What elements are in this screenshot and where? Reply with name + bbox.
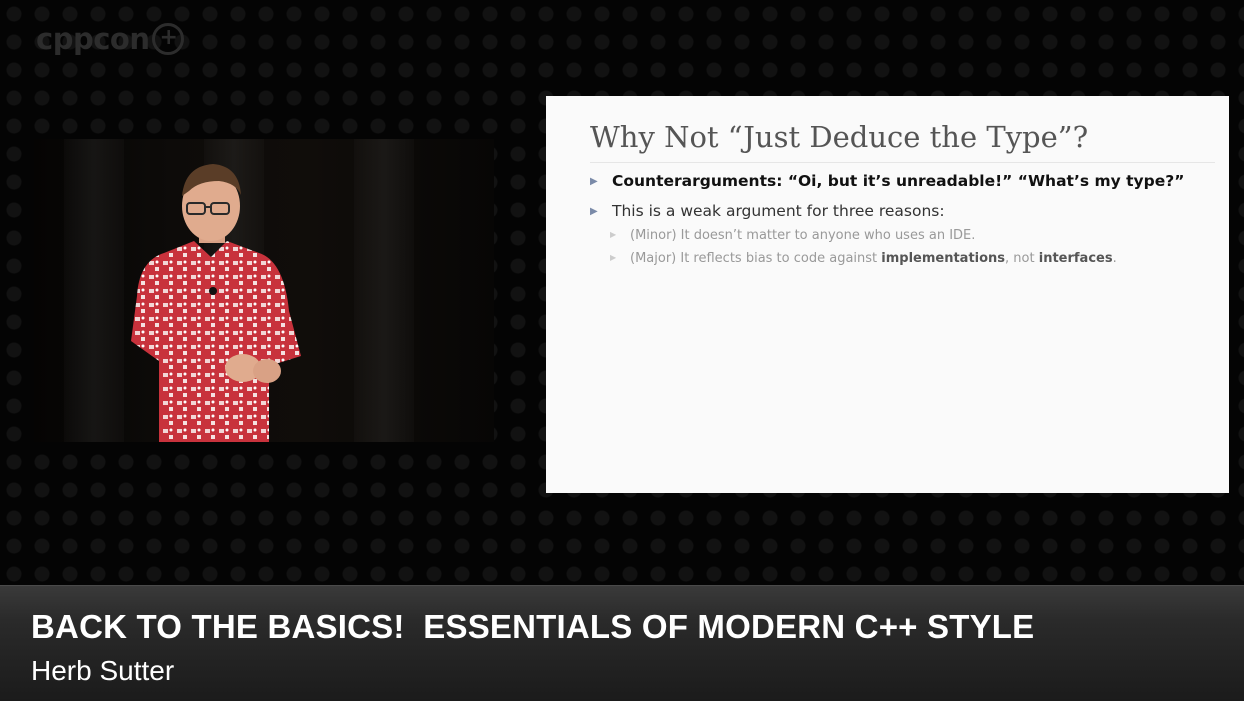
bullet-item: ▶ This is a weak argument for three reaso… [590,202,945,220]
bullet-text: This is a weak argument for three reason… [612,202,945,220]
logo-plus-icon: + [152,23,185,55]
triangle-right-icon: ▶ [610,253,617,262]
triangle-right-icon: ▶ [610,230,617,239]
slide-title: Why Not “Just Deduce the Type”? [590,120,1089,154]
bullet-text-prefix: (Major) It reflects bias to code against [630,251,882,266]
logo-text: cppcon [36,22,150,56]
sub-bullet-item: ▶ (Minor) It doesn’t matter to anyone who… [610,228,975,243]
bullet-emphasis: implementations [881,251,1006,266]
speaker-video [34,139,494,442]
sub-bullet-item: ▶ (Major) It reflects bias to code agains… [610,251,1117,266]
presentation-slide: Why Not “Just Deduce the Type”? ▶ Counter… [546,96,1229,493]
triangle-right-icon: ▶ [590,176,598,187]
speaker-name: Herb Sutter [31,655,175,686]
curtain-fold [64,139,124,442]
bullet-text-suffix: . [1112,251,1117,266]
bullet-text: Counterarguments: “Oi, but it’s unreadab… [612,172,1185,190]
triangle-right-icon: ▶ [590,206,598,217]
bullet-item: ▶ Counterarguments: “Oi, but it’s unreada… [590,172,1184,190]
curtain-fold [354,139,414,442]
speaker-figure [131,164,301,442]
lower-third-banner: BACK TO THE BASICS! ESSENTIALS OF MODERN… [0,585,1244,701]
slide-title-divider [590,162,1215,163]
bullet-text: (Minor) It doesn’t matter to anyone who … [630,228,976,243]
bullet-text-middle: , not [1005,251,1039,266]
cppcon-logo: cppcon + [36,22,185,56]
bullet-emphasis: interfaces [1038,251,1113,266]
talk-title: BACK TO THE BASICS! ESSENTIALS OF MODERN… [31,608,1035,645]
